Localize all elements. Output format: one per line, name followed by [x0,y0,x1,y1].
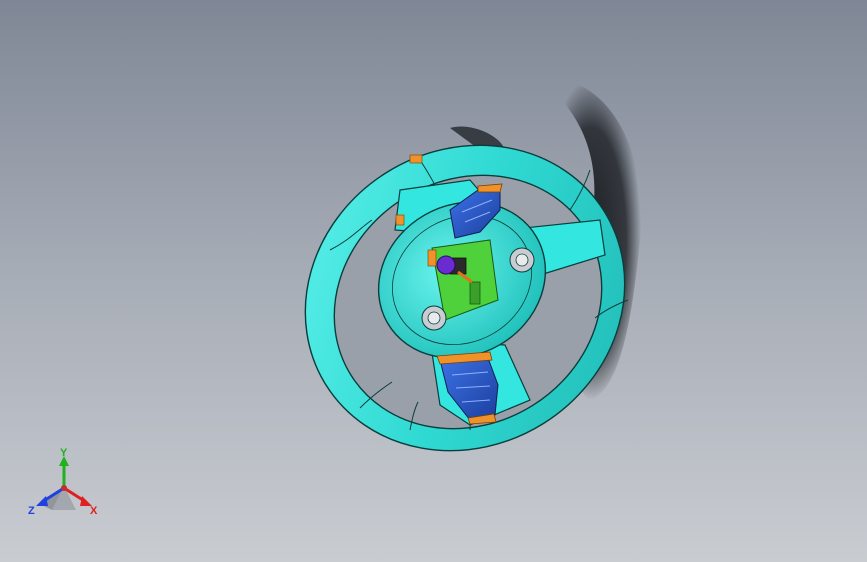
z-axis-arrow [36,496,48,506]
z-axis-label: Z [28,505,35,517]
steering-wheel-model[interactable] [0,0,867,562]
graphics-viewport[interactable]: Y X Z [0,0,867,562]
x-axis-label: X [90,505,98,517]
y-axis-label: Y [60,448,68,459]
coordinate-triad[interactable]: Y X Z [26,448,106,520]
